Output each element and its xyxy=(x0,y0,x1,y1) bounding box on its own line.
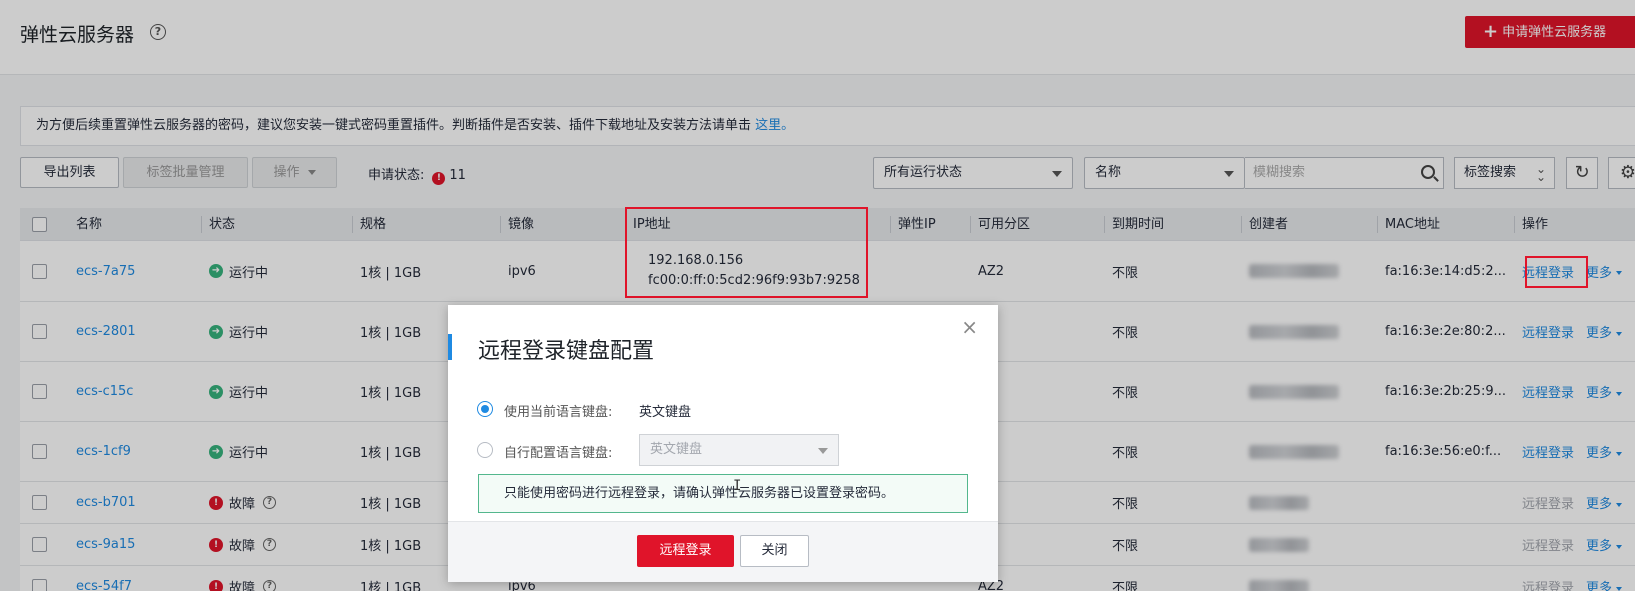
password-tip: 只能使用密码进行远程登录，请确认弹性云服务器已设置登录密码。 xyxy=(478,474,968,513)
dialog-title: 远程登录键盘配置 xyxy=(478,339,655,364)
custom-keyboard-value: 英文键盘 xyxy=(650,442,703,457)
option-custom-label: 自行配置语言键盘: xyxy=(504,446,613,461)
radio-custom-keyboard[interactable] xyxy=(477,442,493,458)
close-icon[interactable]: × xyxy=(961,317,978,337)
remote-login-button[interactable]: 远程登录 xyxy=(637,535,734,567)
remote-login-highlight-box xyxy=(1525,256,1588,288)
option-current-label: 使用当前语言键盘: xyxy=(504,405,613,420)
title-accent-bar xyxy=(448,334,452,360)
ip-highlight-box xyxy=(625,207,868,298)
text-cursor-icon: I xyxy=(733,478,742,494)
close-button[interactable]: 关闭 xyxy=(740,535,809,567)
radio-current-keyboard[interactable] xyxy=(477,401,493,417)
chevron-down-icon xyxy=(818,448,828,454)
option-current-value: 英文键盘 xyxy=(639,405,692,420)
custom-keyboard-select[interactable]: 英文键盘 xyxy=(639,434,839,466)
keyboard-config-dialog: 远程登录键盘配置 × 使用当前语言键盘: 英文键盘 自行配置语言键盘: 英文键盘… xyxy=(448,305,998,582)
